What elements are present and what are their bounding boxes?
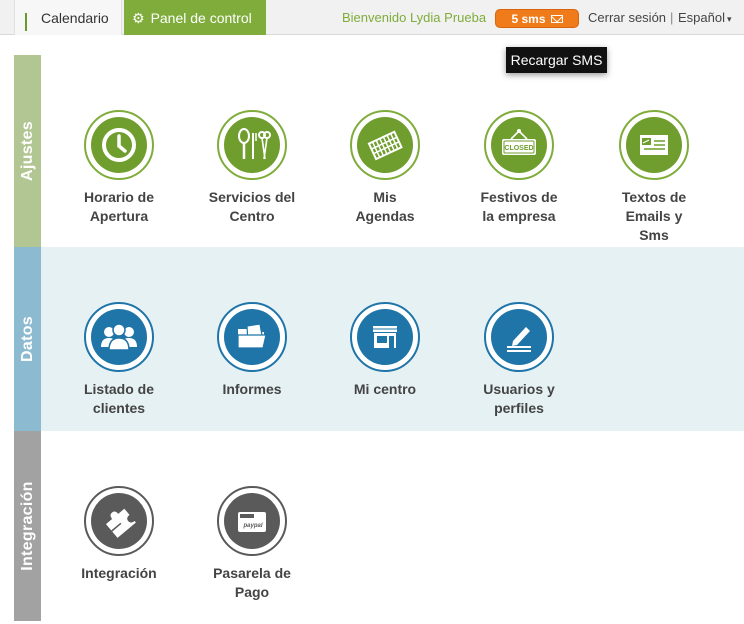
section-integracion: Integración Integración paypal Pasarela … <box>14 431 744 621</box>
puzzle-icon <box>105 508 136 538</box>
language-label: Español <box>678 10 725 25</box>
tab-calendar[interactable]: Calendario <box>14 0 122 35</box>
item-center-services[interactable]: Servicios del Centro <box>192 110 312 226</box>
item-icon-circle <box>484 302 554 372</box>
item-label-line: Emails y <box>625 208 683 224</box>
envelope-icon <box>550 14 563 23</box>
item-icon-circle <box>84 110 154 180</box>
item-icon-circle <box>84 486 154 556</box>
section-label-text: Datos <box>18 316 36 362</box>
item-reports[interactable]: Informes <box>192 302 312 399</box>
section-ajustes: Ajustes Horario de Apertura Servicios del… <box>14 55 744 247</box>
item-icon-circle: paypal <box>217 486 287 556</box>
item-label-line: Festivos de <box>480 189 558 205</box>
chevron-down-icon: ▾ <box>726 14 732 24</box>
item-label-line: Textos de <box>621 189 687 205</box>
sms-credit-button[interactable]: 5 sms <box>495 9 579 28</box>
language-select[interactable]: Español ▾ <box>678 10 732 25</box>
item-label-line: perfiles <box>494 400 544 416</box>
item-icon-circle <box>217 110 287 180</box>
item-label-line: Listado de <box>83 381 154 397</box>
item-label-line: Agendas <box>355 208 415 224</box>
sms-count: 5 sms <box>511 11 546 26</box>
logout-link[interactable]: Cerrar sesión <box>588 10 666 25</box>
clock-icon <box>102 128 136 162</box>
people-icon <box>101 323 137 351</box>
item-icon-circle <box>350 302 420 372</box>
tab-control-panel-label: Panel de control <box>150 9 252 26</box>
section-label-text: Integración <box>18 481 36 571</box>
tools-icon <box>238 128 271 160</box>
item-opening-hours[interactable]: Horario de Apertura <box>59 110 179 226</box>
item-label-line: Mis <box>373 189 397 205</box>
item-icon-circle <box>84 302 154 372</box>
agenda-icon <box>367 130 403 161</box>
item-email-sms-texts[interactable]: Textos de Emails y Sms <box>594 110 714 245</box>
item-label-line: Integración <box>81 565 157 581</box>
item-users-profiles[interactable]: Usuarios y perfiles <box>459 302 579 418</box>
paypal-card-icon: paypal <box>238 512 266 532</box>
item-label-line: Informes <box>222 381 282 397</box>
section-label-text: Ajustes <box>18 121 36 181</box>
sign-text: CLOSED <box>504 145 533 152</box>
user-edit-icon <box>507 327 531 352</box>
section-label-integracion: Integración <box>14 431 41 621</box>
item-icon-circle: CLOSED <box>484 110 554 180</box>
tab-control-panel[interactable]: ⚙ Panel de control <box>124 0 266 35</box>
gear-icon: ⚙ <box>132 9 145 26</box>
item-icon-circle <box>619 110 689 180</box>
item-label-line: Servicios del <box>208 189 296 205</box>
tab-calendar-label: Calendario <box>41 9 109 26</box>
item-label-line: Pago <box>234 584 270 600</box>
item-label-line: Horario de <box>83 189 154 205</box>
item-label-line: Sms <box>639 227 669 243</box>
separator: | <box>670 10 674 25</box>
item-label-line: Pasarela de <box>213 565 291 581</box>
section-label-datos: Datos <box>14 247 41 431</box>
card-text: paypal <box>242 523 262 529</box>
item-label-line: Mi centro <box>353 381 417 397</box>
item-icon-circle <box>350 110 420 180</box>
mail-icon <box>640 135 668 155</box>
item-company-holidays[interactable]: CLOSED Festivos de la empresa <box>459 110 579 226</box>
item-my-agendas[interactable]: Mis Agendas <box>325 110 445 226</box>
item-payment-gateway[interactable]: paypal Pasarela de Pago <box>192 486 312 602</box>
item-label-line: clientes <box>92 400 146 416</box>
top-bar: Calendario ⚙ Panel de control Bienvenido… <box>0 0 744 35</box>
section-datos: Datos Listado de clientes Informes Mi cen… <box>14 247 744 431</box>
item-integration[interactable]: Integración <box>59 486 179 583</box>
item-client-list[interactable]: Listado de clientes <box>59 302 179 418</box>
store-icon <box>373 326 397 348</box>
section-label-ajustes: Ajustes <box>14 55 41 247</box>
item-label-line: la empresa <box>482 208 556 224</box>
calendar-grid-icon <box>25 12 35 31</box>
item-label-line: Centro <box>229 208 275 224</box>
item-icon-circle <box>217 302 287 372</box>
item-label-line: Apertura <box>89 208 149 224</box>
item-my-center[interactable]: Mi centro <box>325 302 445 399</box>
welcome-message: Bienvenido Lydia Prueba <box>342 10 487 25</box>
closed-sign-icon: CLOSED <box>502 129 536 155</box>
folder-icon <box>237 323 267 349</box>
item-label-line: Usuarios y <box>483 381 555 397</box>
